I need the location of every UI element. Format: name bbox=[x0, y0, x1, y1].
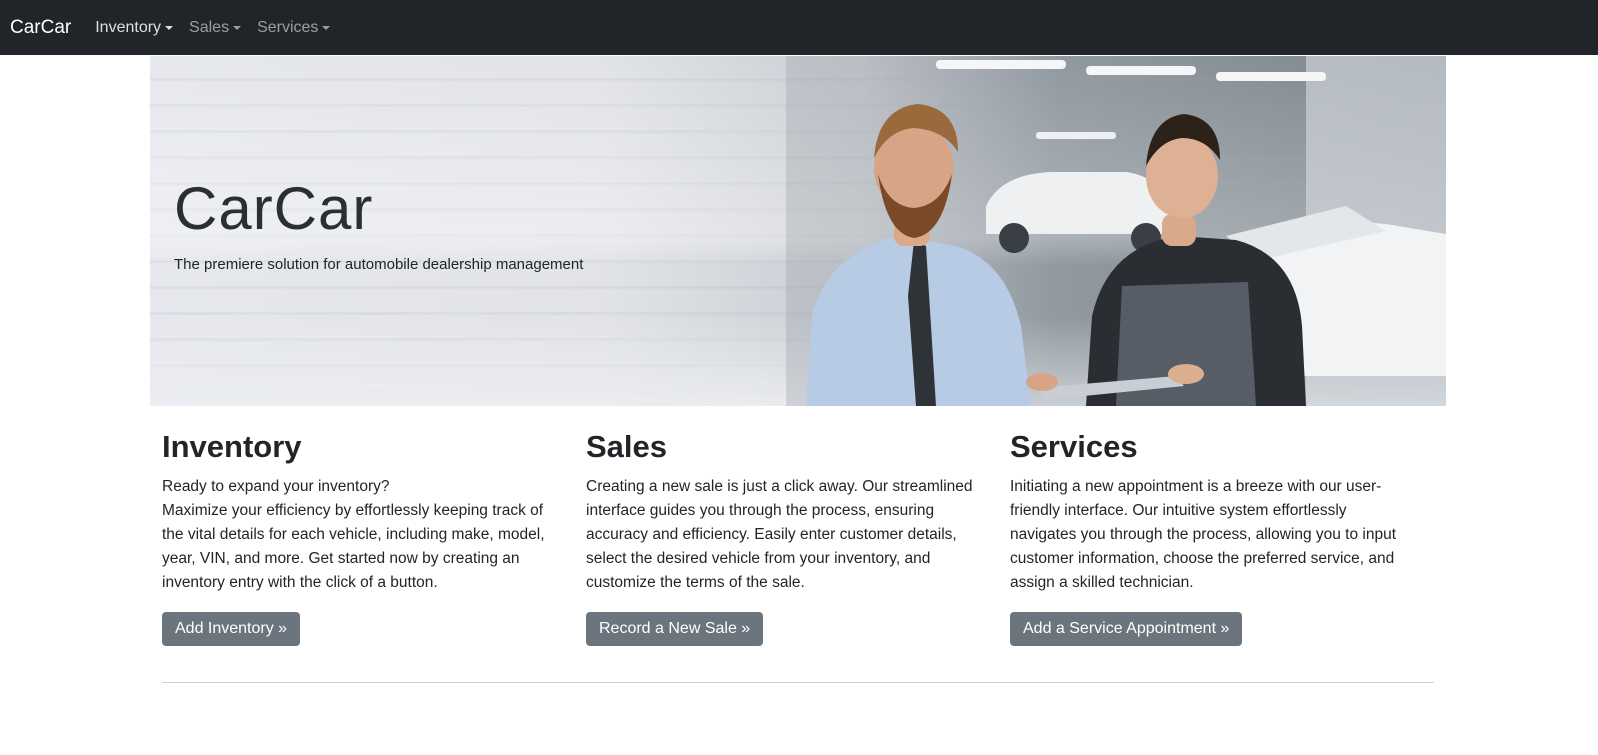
inventory-lead-text: Ready to expand your inventory? bbox=[162, 478, 390, 496]
hero-banner: CarCar The premiere solution for automob… bbox=[150, 56, 1446, 406]
caret-down-icon bbox=[165, 25, 174, 30]
nav-dropdown-services[interactable]: Services bbox=[257, 18, 331, 37]
add-service-appointment-button[interactable]: Add a Service Appointment » bbox=[1010, 612, 1243, 647]
sales-heading: Sales bbox=[586, 429, 668, 464]
hero-photo-illustration bbox=[786, 56, 1446, 406]
nav-sales-label: Sales bbox=[189, 18, 230, 36]
nav-services-label: Services bbox=[257, 18, 319, 36]
services-heading: Services bbox=[1010, 429, 1138, 464]
caret-down-icon bbox=[233, 25, 242, 30]
add-inventory-button[interactable]: Add Inventory » bbox=[162, 612, 301, 647]
inventory-description: Maximize your efficiency by effortlessly… bbox=[162, 502, 545, 592]
top-navbar: CarCar Inventory Sales Services bbox=[0, 0, 1598, 55]
feature-sections: Inventory Ready to expand your inventory… bbox=[162, 428, 1434, 647]
nav-inventory-label: Inventory bbox=[95, 18, 162, 36]
services-description: Initiating a new appointment is a breeze… bbox=[1010, 478, 1397, 592]
sales-description: Creating a new sale is just a click away… bbox=[586, 478, 973, 592]
hero-subtitle: The premiere solution for automobile dea… bbox=[174, 256, 584, 273]
record-new-sale-button[interactable]: Record a New Sale » bbox=[586, 612, 764, 647]
section-divider bbox=[162, 682, 1434, 683]
sales-section: Sales Creating a new sale is just a clic… bbox=[586, 428, 1010, 647]
hero-title: CarCar bbox=[174, 175, 374, 242]
nav-dropdown-inventory[interactable]: Inventory bbox=[95, 18, 174, 37]
inventory-heading: Inventory bbox=[162, 429, 302, 464]
caret-down-icon bbox=[322, 25, 331, 30]
nav-dropdown-sales[interactable]: Sales bbox=[189, 18, 242, 37]
brand-link[interactable]: CarCar bbox=[10, 17, 71, 39]
inventory-section: Inventory Ready to expand your inventory… bbox=[162, 428, 586, 647]
services-section: Services Initiating a new appointment is… bbox=[1010, 428, 1434, 647]
